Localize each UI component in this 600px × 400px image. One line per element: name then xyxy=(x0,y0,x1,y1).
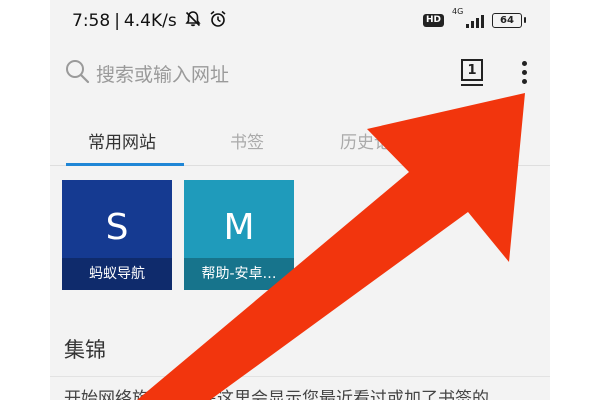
site-tile-mayi[interactable]: S 蚂蚁导航 xyxy=(62,180,172,290)
more-icon-dot xyxy=(521,78,527,84)
battery-level: 64 xyxy=(500,14,514,26)
section-title: 集锦 xyxy=(64,338,106,362)
status-bar: 7:58 | 4.4K/s HD 4G 64 xyxy=(50,0,550,44)
alarm-icon xyxy=(209,10,227,32)
active-tab-indicator xyxy=(66,163,184,166)
network-speed: 4.4K/s xyxy=(123,11,177,31)
tab-history[interactable]: 历史记录 xyxy=(340,128,408,153)
search-icon xyxy=(66,60,90,84)
battery-icon: 64 xyxy=(492,12,526,28)
search-bar: 搜索或输入网址 1 xyxy=(50,44,550,100)
status-separator: | xyxy=(114,11,120,31)
tab-frequent-sites[interactable]: 常用网站 xyxy=(88,128,156,153)
tile-label: 帮助-安卓… xyxy=(184,258,294,290)
search-input[interactable]: 搜索或输入网址 xyxy=(96,60,229,87)
site-tile-help[interactable]: M 帮助-安卓… xyxy=(184,180,294,290)
divider xyxy=(50,376,550,377)
empty-state-text: 开始网络旅程吧，在这里会显示您最近看过或加了书签的 xyxy=(64,389,489,400)
mute-icon xyxy=(184,10,202,32)
hd-badge: HD xyxy=(422,13,444,27)
status-left: 7:58 | 4.4K/s xyxy=(72,10,227,32)
tab-bookmarks[interactable]: 书签 xyxy=(230,128,264,153)
more-icon-dot xyxy=(521,69,527,75)
tab-count-label: 1 xyxy=(467,62,477,78)
status-time: 7:58 xyxy=(72,11,111,31)
tile-letter: S xyxy=(105,207,129,248)
tile-letter: M xyxy=(223,207,255,248)
tab-count-button[interactable]: 1 xyxy=(461,59,483,86)
browser-screen: 7:58 | 4.4K/s HD 4G 64 搜索或输入网址 1 常用网站 书签… xyxy=(50,0,550,400)
signal-icon: 4G xyxy=(452,7,484,28)
tab-bar: 常用网站 书签 历史记录 xyxy=(50,110,550,166)
status-right: HD 4G 64 xyxy=(422,7,526,28)
tile-label: 蚂蚁导航 xyxy=(62,258,172,290)
network-type: 4G xyxy=(452,7,464,16)
more-icon-dot xyxy=(521,60,527,66)
more-menu-button[interactable] xyxy=(512,58,536,86)
